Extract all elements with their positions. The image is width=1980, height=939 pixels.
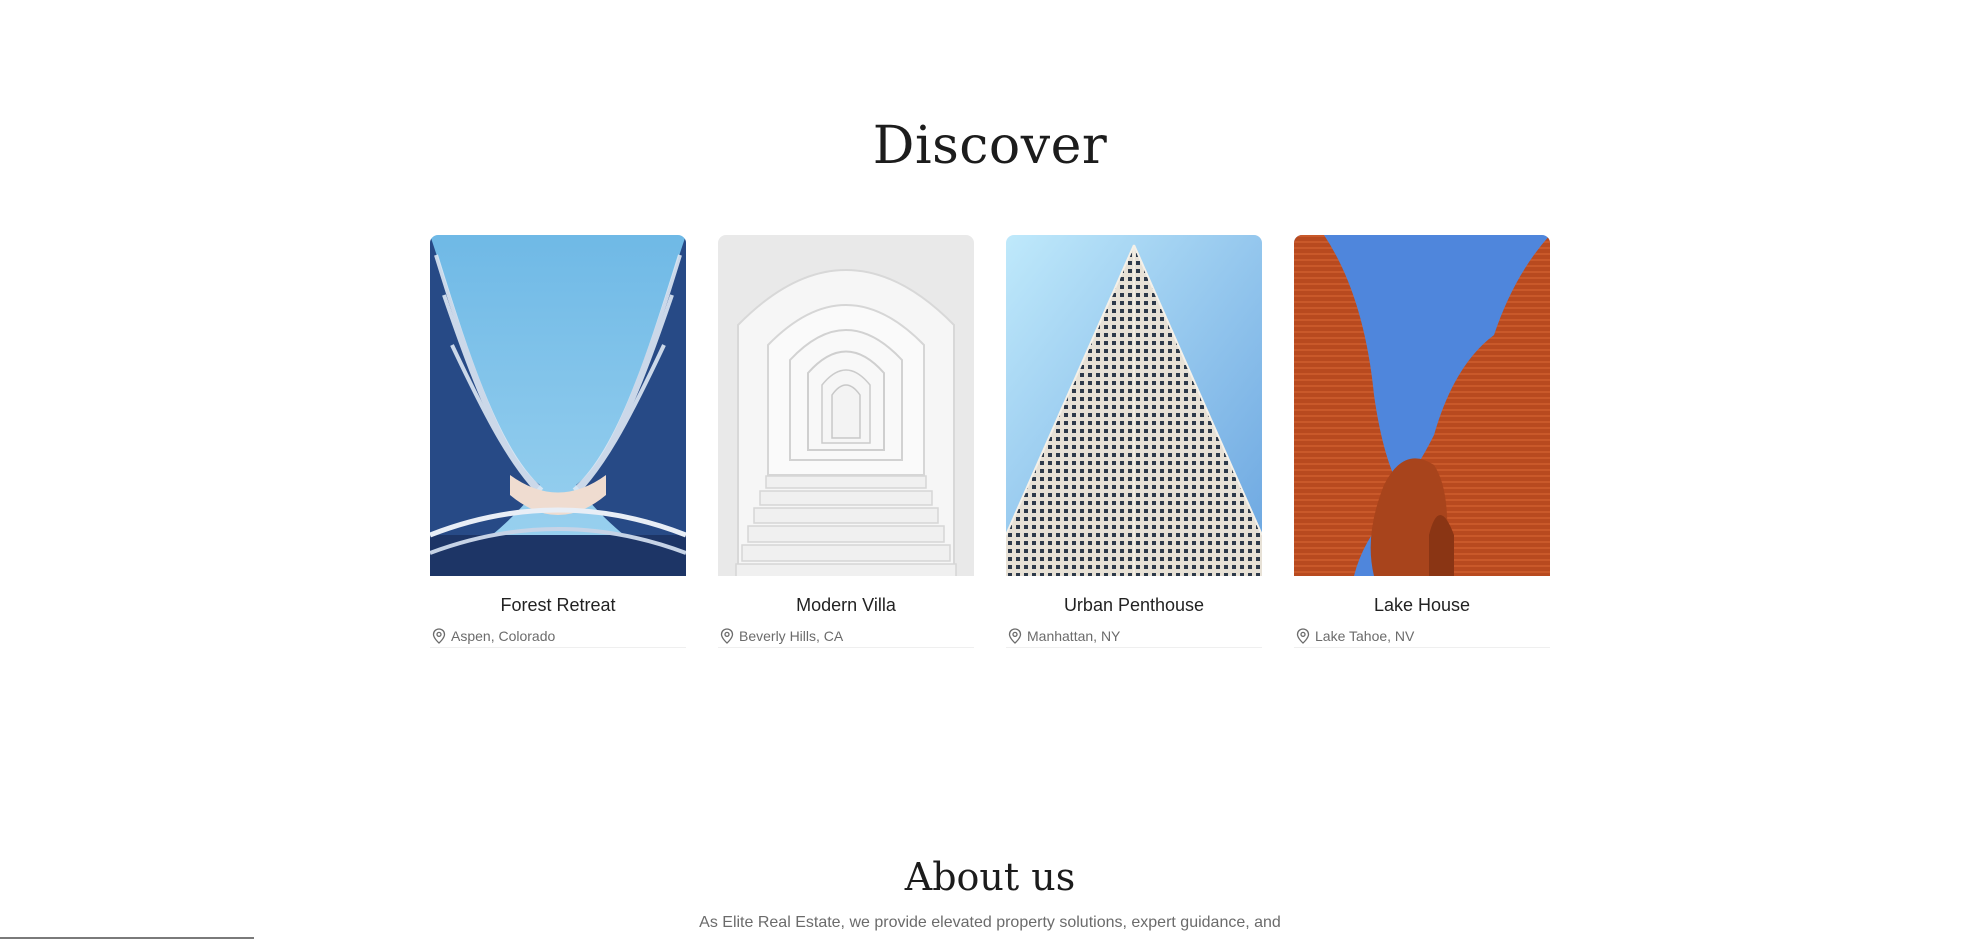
property-cards: Forest Retreat Aspen, Colorado Modern Vi… [430, 235, 1550, 655]
property-image[interactable] [1294, 235, 1550, 576]
property-image[interactable] [718, 235, 974, 576]
property-card[interactable]: Urban Penthouse Manhattan, NY [1006, 235, 1262, 650]
property-location: Aspen, Colorado [430, 628, 686, 648]
property-card[interactable]: Forest Retreat Aspen, Colorado [430, 235, 686, 650]
property-title[interactable]: Forest Retreat [430, 595, 686, 616]
discover-heading: Discover [872, 116, 1108, 176]
property-image[interactable] [430, 235, 686, 576]
property-card[interactable]: Lake House Lake Tahoe, NV [1294, 235, 1550, 650]
map-pin-icon [1296, 628, 1310, 644]
map-pin-icon [720, 628, 734, 644]
property-title[interactable]: Modern Villa [718, 595, 974, 616]
location-label: Aspen, Colorado [451, 628, 556, 644]
location-label: Manhattan, NY [1027, 628, 1121, 644]
map-pin-icon [1008, 628, 1022, 644]
property-title[interactable]: Urban Penthouse [1006, 595, 1262, 616]
about-heading: About us [904, 855, 1076, 899]
property-location: Beverly Hills, CA [718, 628, 974, 648]
property-image[interactable] [1006, 235, 1262, 576]
location-label: Lake Tahoe, NV [1315, 628, 1415, 644]
property-card[interactable]: Modern Villa Beverly Hills, CA [718, 235, 974, 650]
page: Discover Forest Retreat Aspen, Colorado … [0, 0, 1980, 939]
property-location: Manhattan, NY [1006, 628, 1262, 648]
property-title[interactable]: Lake House [1294, 595, 1550, 616]
map-pin-icon [432, 628, 446, 644]
location-label: Beverly Hills, CA [739, 628, 844, 644]
about-description: As Elite Real Estate, we provide elevate… [699, 914, 1281, 931]
property-location: Lake Tahoe, NV [1294, 628, 1550, 648]
